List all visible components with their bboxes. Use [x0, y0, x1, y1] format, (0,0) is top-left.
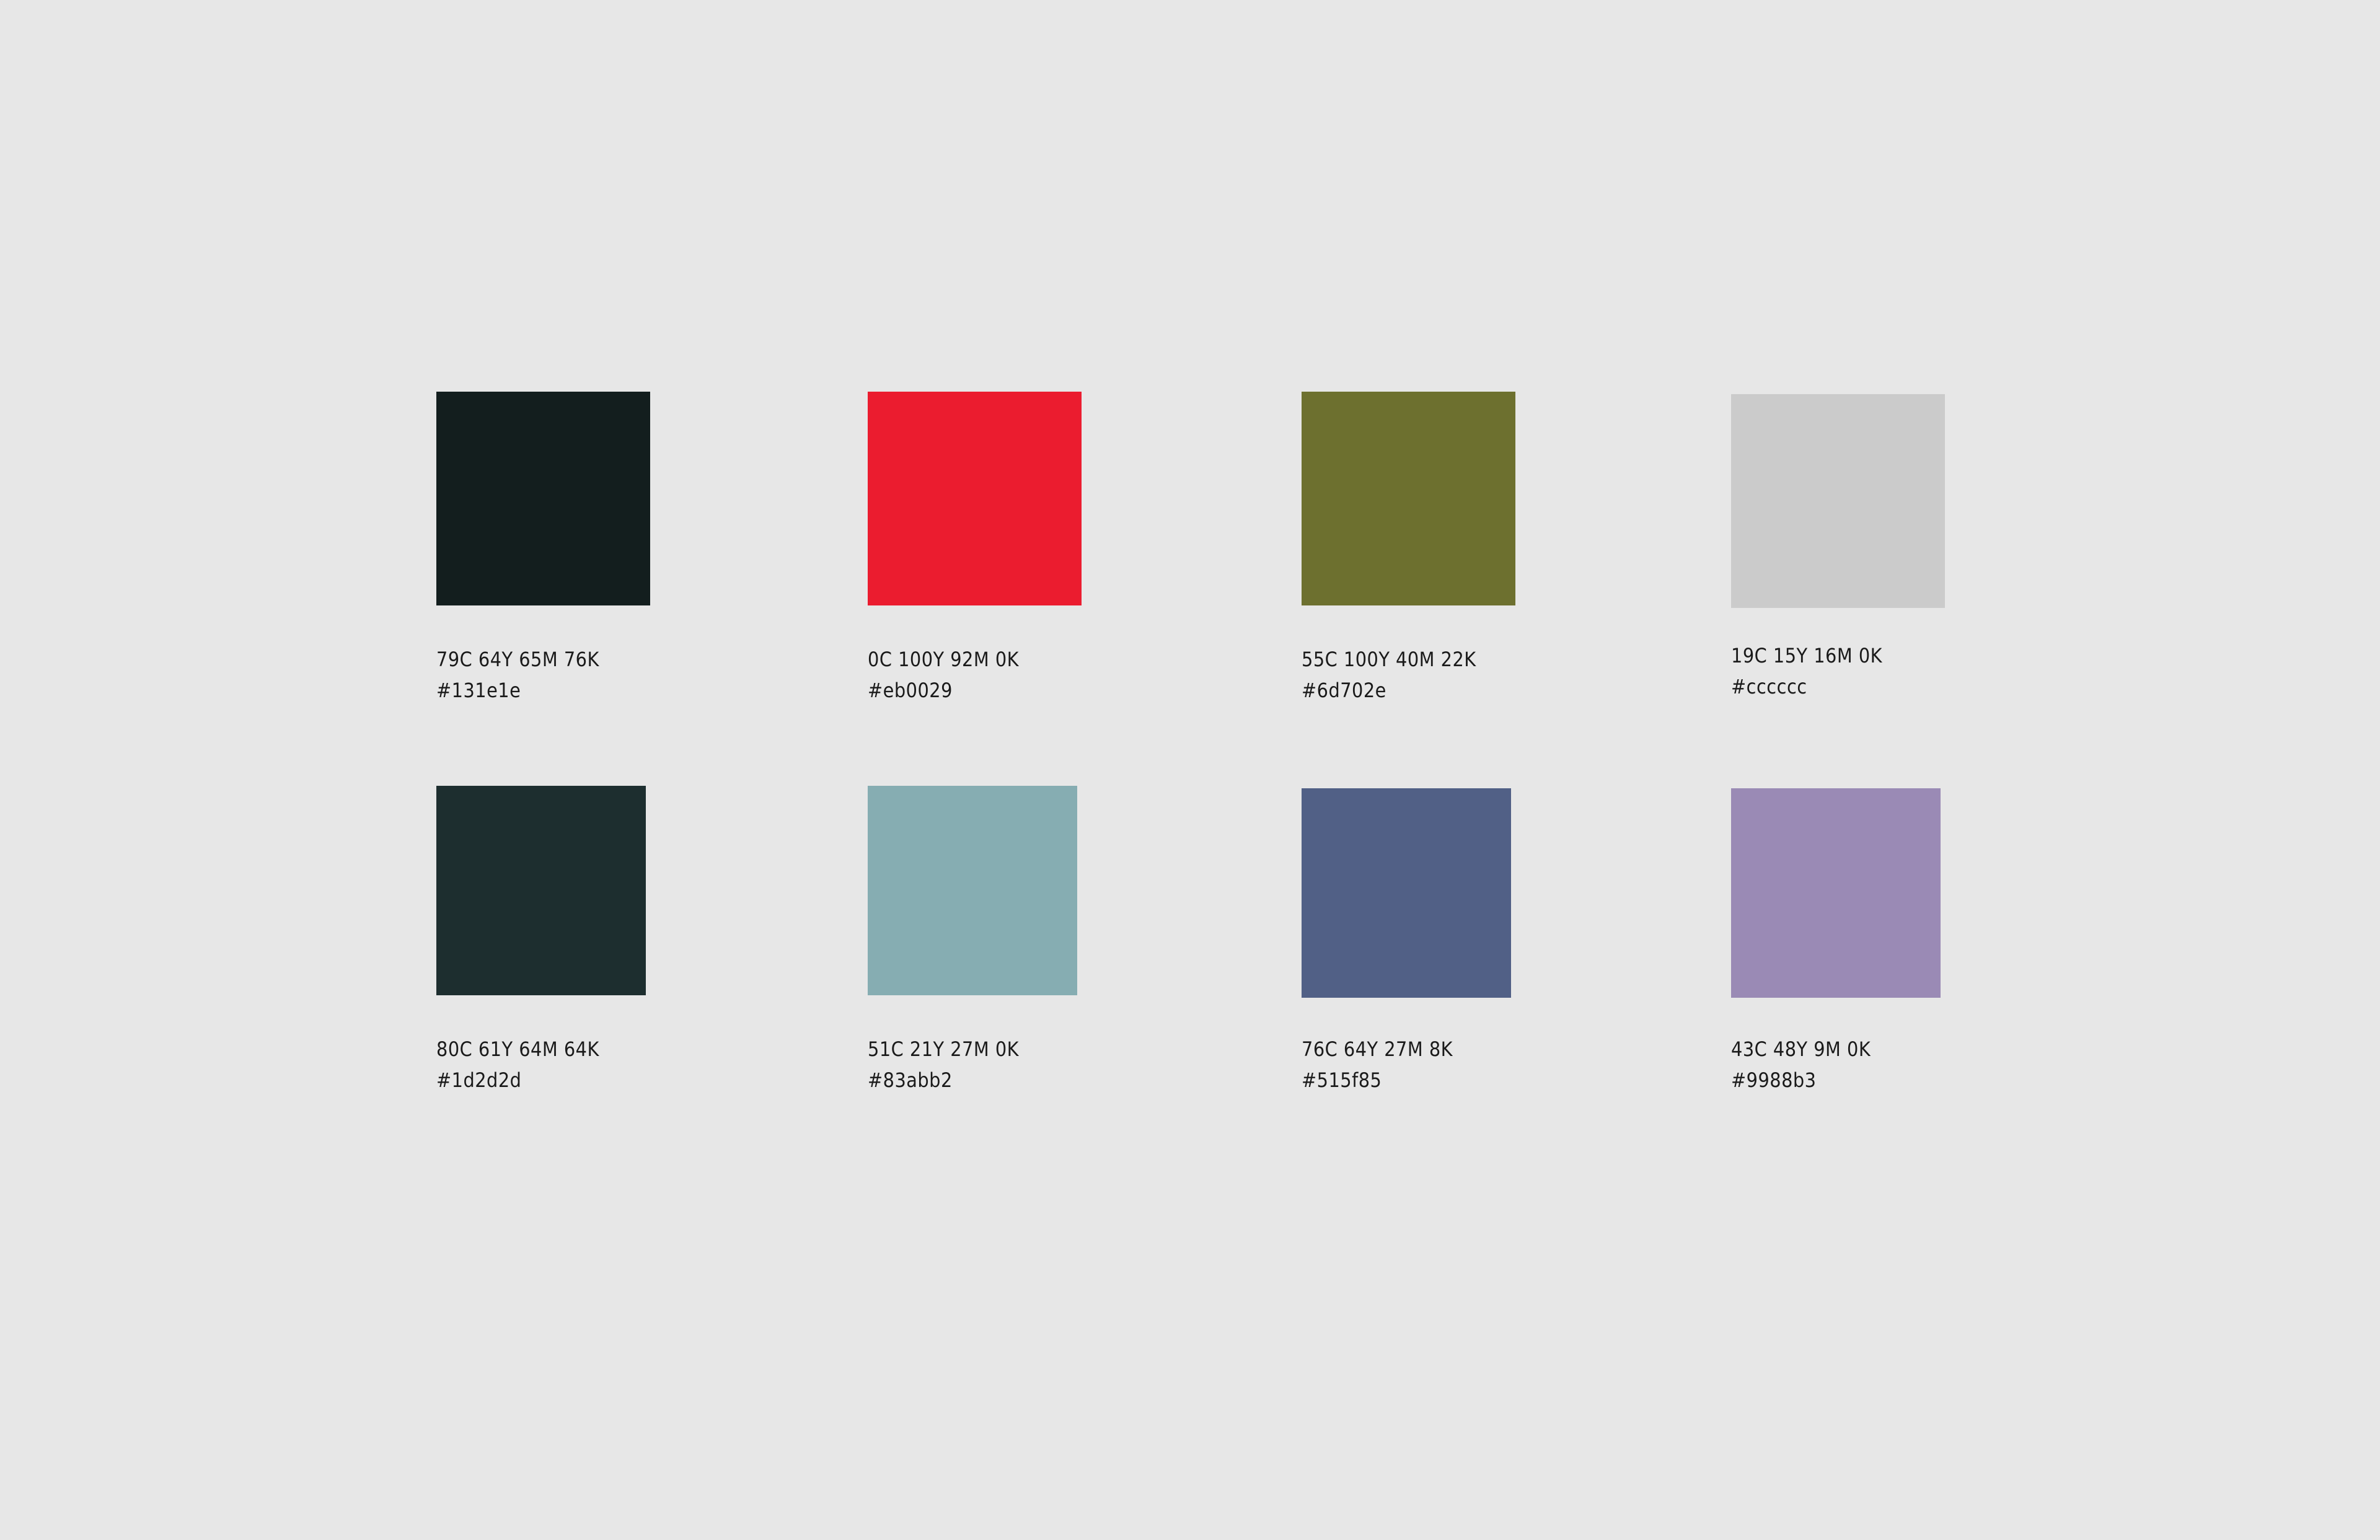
swatch-label: 76C 64Y 27M 8K #515f85 — [1302, 1034, 1611, 1096]
color-swatch — [436, 392, 650, 605]
cmyk-value: 0C 100Y 92M 0K — [868, 648, 1020, 671]
swatch-label: 19C 15Y 16M 0K #cccccc — [1731, 640, 2041, 702]
hex-value: #9988b3 — [1731, 1068, 1817, 1092]
swatch-card: 79C 64Y 65M 76K #131e1e — [436, 392, 746, 706]
hex-value: #515f85 — [1302, 1068, 1382, 1092]
swatch-card: 0C 100Y 92M 0K #eb0029 — [868, 392, 1178, 706]
color-swatch — [1731, 394, 1945, 608]
color-swatch — [1302, 392, 1515, 605]
cmyk-value: 55C 100Y 40M 22K — [1302, 648, 1476, 671]
color-swatch — [868, 786, 1077, 995]
swatch-label: 43C 48Y 9M 0K #9988b3 — [1731, 1034, 2041, 1096]
hex-value: #cccccc — [1731, 675, 1807, 698]
hex-value: #6d702e — [1302, 679, 1386, 702]
color-palette: 79C 64Y 65M 76K #131e1e 0C 100Y 92M 0K #… — [0, 0, 2380, 1540]
swatch-label: 79C 64Y 65M 76K #131e1e — [436, 644, 746, 706]
color-swatch — [1302, 788, 1511, 998]
hex-value: #83abb2 — [868, 1068, 953, 1092]
color-swatch — [868, 392, 1082, 605]
swatch-label: 55C 100Y 40M 22K #6d702e — [1302, 644, 1611, 706]
cmyk-value: 79C 64Y 65M 76K — [436, 648, 599, 671]
color-swatch — [1731, 788, 1941, 998]
cmyk-value: 43C 48Y 9M 0K — [1731, 1037, 1871, 1061]
color-swatch — [436, 786, 646, 995]
swatch-label: 0C 100Y 92M 0K #eb0029 — [868, 644, 1178, 706]
hex-value: #eb0029 — [868, 679, 953, 702]
swatch-card: 19C 15Y 16M 0K #cccccc — [1731, 394, 2041, 702]
cmyk-value: 76C 64Y 27M 8K — [1302, 1037, 1453, 1061]
cmyk-value: 19C 15Y 16M 0K — [1731, 644, 1883, 667]
hex-value: #1d2d2d — [436, 1068, 522, 1092]
swatch-card: 76C 64Y 27M 8K #515f85 — [1302, 788, 1611, 1096]
swatch-card: 43C 48Y 9M 0K #9988b3 — [1731, 788, 2041, 1096]
cmyk-value: 51C 21Y 27M 0K — [868, 1037, 1020, 1061]
swatch-card: 55C 100Y 40M 22K #6d702e — [1302, 392, 1611, 706]
cmyk-value: 80C 61Y 64M 64K — [436, 1037, 599, 1061]
swatch-label: 51C 21Y 27M 0K #83abb2 — [868, 1034, 1178, 1096]
swatch-card: 80C 61Y 64M 64K #1d2d2d — [436, 786, 746, 1096]
swatch-label: 80C 61Y 64M 64K #1d2d2d — [436, 1034, 746, 1096]
swatch-card: 51C 21Y 27M 0K #83abb2 — [868, 786, 1178, 1096]
hex-value: #131e1e — [436, 679, 521, 702]
